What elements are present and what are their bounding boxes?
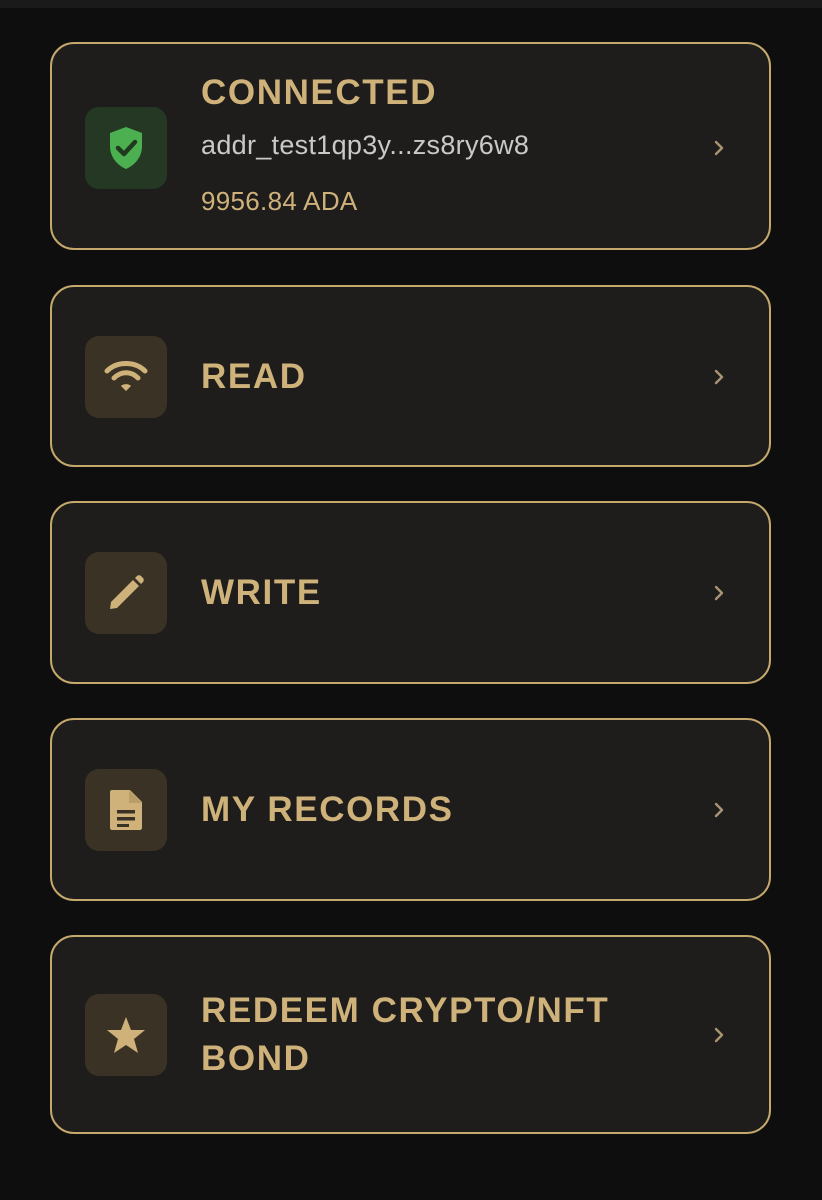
shield-check-icon: [110, 127, 142, 169]
read-icon-tile: [85, 336, 167, 418]
menu-item-read[interactable]: READ: [50, 285, 771, 467]
wallet-status-icon-tile: [85, 107, 167, 189]
chevron-right-icon: [714, 1027, 724, 1043]
status-bar-strip: [0, 0, 822, 8]
wifi-icon: [104, 361, 148, 391]
document-icon: [110, 790, 142, 830]
menu-item-my-records[interactable]: MY RECORDS: [50, 718, 771, 901]
chevron-right-icon: [714, 369, 724, 385]
chevron-right-icon: [714, 802, 724, 818]
menu-item-write-label: WRITE: [201, 573, 322, 612]
redeem-icon-tile: [85, 994, 167, 1076]
menu-item-redeem-bond[interactable]: REDEEM CRYPTO/NFT BOND: [50, 935, 771, 1134]
wallet-address: addr_test1qp3y...zs8ry6w8: [201, 130, 530, 160]
menu-item-redeem-label: REDEEM CRYPTO/NFT BOND: [201, 987, 609, 1083]
pencil-icon: [110, 575, 144, 609]
chevron-right-icon: [714, 585, 724, 601]
write-icon-tile: [85, 552, 167, 634]
chevron-right-icon: [714, 140, 724, 156]
menu-item-redeem-label-line2: BOND: [201, 1039, 311, 1078]
menu-item-my-records-label: MY RECORDS: [201, 790, 454, 829]
records-icon-tile: [85, 769, 167, 851]
menu-item-redeem-label-line1: REDEEM CRYPTO/NFT: [201, 991, 610, 1030]
menu-item-read-label: READ: [201, 357, 307, 396]
star-icon: [107, 1017, 145, 1053]
menu-item-write[interactable]: WRITE: [50, 501, 771, 684]
wallet-connected-card[interactable]: CONNECTED addr_test1qp3y...zs8ry6w8 9956…: [50, 42, 771, 250]
wallet-balance: 9956.84 ADA: [201, 186, 358, 216]
connection-status: CONNECTED: [201, 73, 438, 112]
